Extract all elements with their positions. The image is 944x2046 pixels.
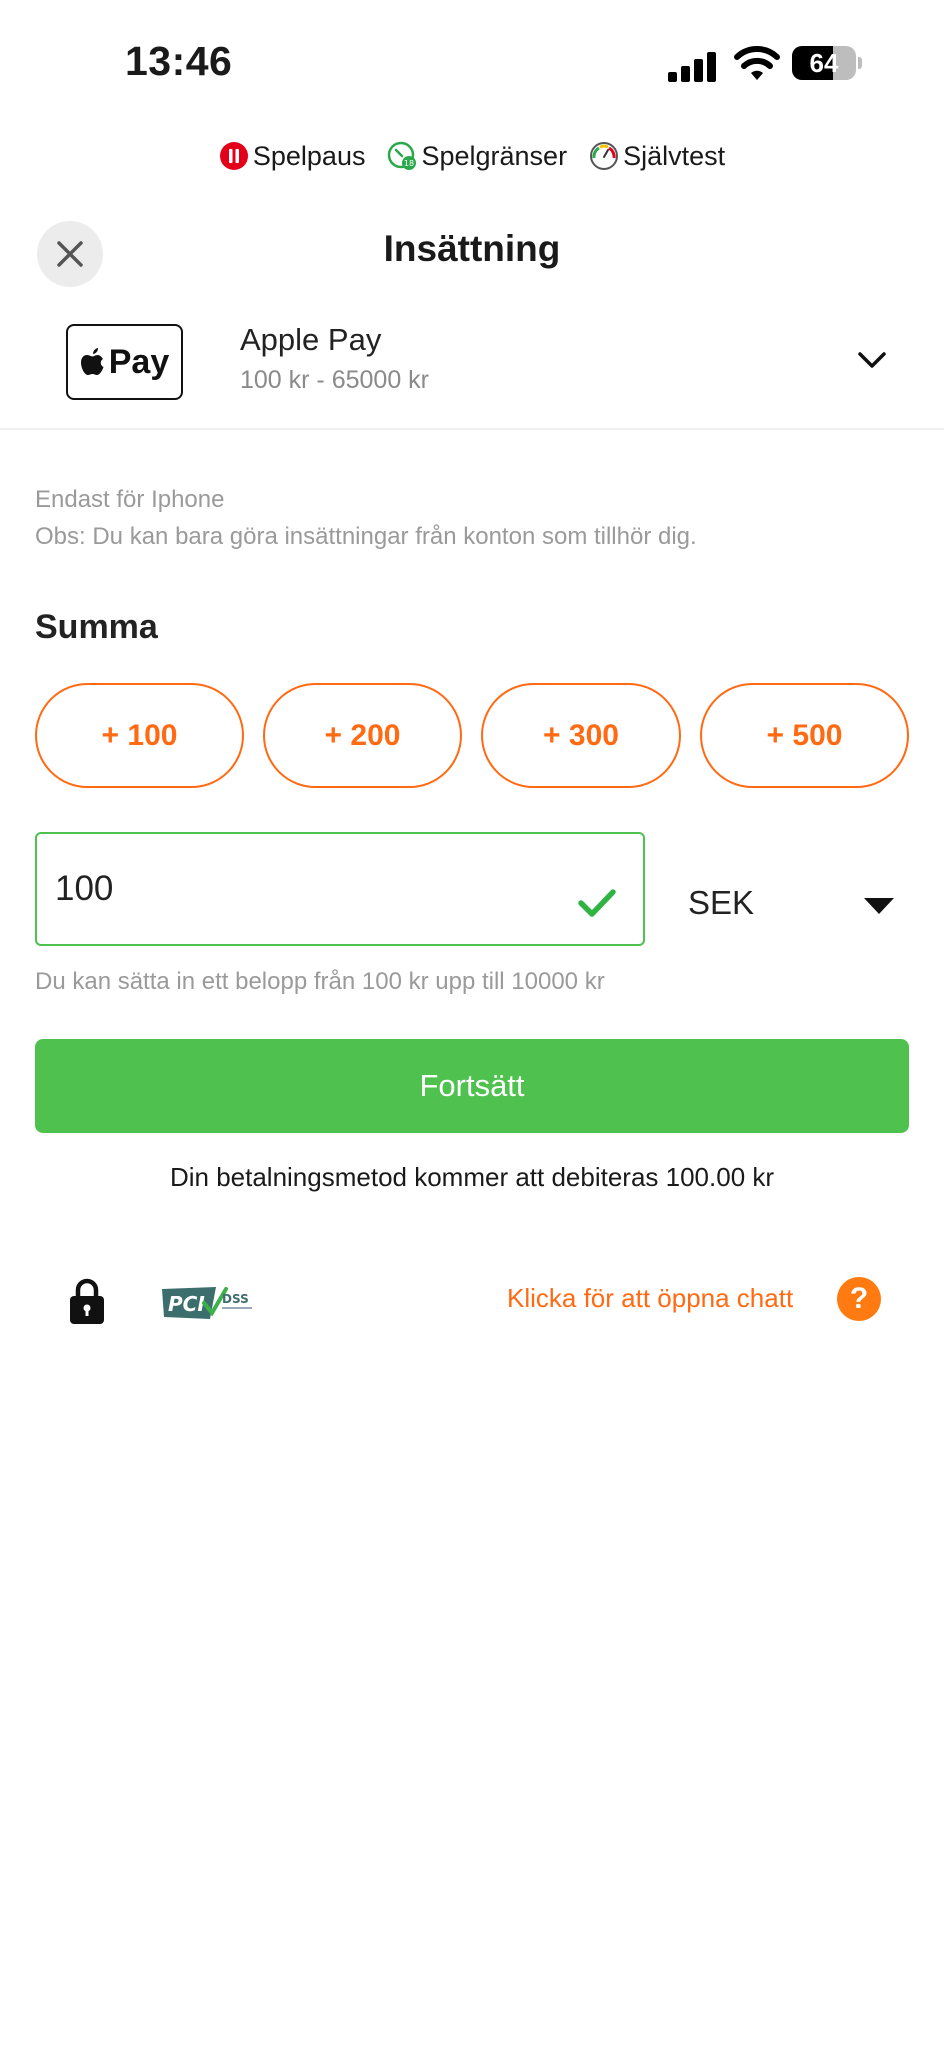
apple-pay-logo: Pay (66, 324, 183, 400)
pause-circle-icon (219, 142, 248, 170)
sjalvtest-link[interactable]: Självtest (589, 141, 725, 172)
sjalvtest-label: Självtest (623, 140, 726, 171)
apple-icon (80, 348, 104, 375)
spelgranser-link[interactable]: 18 Spelgränser (387, 141, 567, 172)
cellular-signal-icon (668, 52, 716, 82)
amount-input[interactable]: 100 (35, 832, 645, 946)
currency-select[interactable]: SEK (688, 884, 754, 922)
battery-level: 64 (809, 48, 839, 78)
spelgranser-label: Spelgränser (421, 140, 568, 171)
limits-icon: 18 (388, 141, 417, 170)
open-chat-link[interactable]: Klicka för att öppna chatt (507, 1283, 793, 1314)
quick-amount-100-button[interactable]: + 100 (35, 683, 244, 788)
chevron-down-icon[interactable] (856, 348, 888, 372)
responsible-gaming-links: Spelpaus 18 Spelgränser Självtest (0, 136, 944, 176)
valid-check-icon (578, 889, 616, 917)
payment-method-name[interactable]: Apple Pay (240, 322, 381, 358)
payment-method-range: 100 kr - 65000 kr (240, 366, 429, 394)
svg-text:PCI: PCI (168, 1292, 205, 1316)
battery-indicator: 64 (792, 46, 862, 80)
spelpaus-link[interactable]: Spelpaus (219, 140, 366, 172)
svg-text:18: 18 (404, 159, 414, 168)
amount-range-hint: Du kan sätta in ett belopp från 100 kr u… (35, 968, 605, 995)
quick-amount-500-button[interactable]: + 500 (700, 683, 909, 788)
amount-label: Summa (35, 608, 158, 646)
gauge-icon (590, 142, 619, 170)
page-title: Insättning (383, 228, 561, 269)
quick-amount-300-button[interactable]: + 300 (481, 683, 681, 788)
amount-value: 100 (55, 869, 114, 908)
continue-button[interactable]: Fortsätt (35, 1039, 909, 1133)
lock-icon (70, 1278, 104, 1324)
divider (0, 428, 944, 430)
debit-summary: Din betalningsmetod kommer att debiteras… (169, 1162, 775, 1192)
wifi-icon (734, 46, 780, 80)
help-icon[interactable]: ? (837, 1277, 881, 1321)
spelpaus-label: Spelpaus (252, 140, 366, 171)
caret-down-icon[interactable] (864, 898, 894, 914)
status-time: 13:46 (125, 38, 233, 84)
apple-pay-word: Pay (108, 342, 170, 381)
svg-text:DSS: DSS (222, 1292, 249, 1306)
account-ownership-note: Obs: Du kan bara göra insättningar från … (35, 523, 697, 550)
iphone-only-note: Endast för Iphone (35, 486, 225, 513)
quick-amount-200-button[interactable]: + 200 (263, 683, 462, 788)
pci-dss-logo: PCI DSS (162, 1287, 252, 1319)
